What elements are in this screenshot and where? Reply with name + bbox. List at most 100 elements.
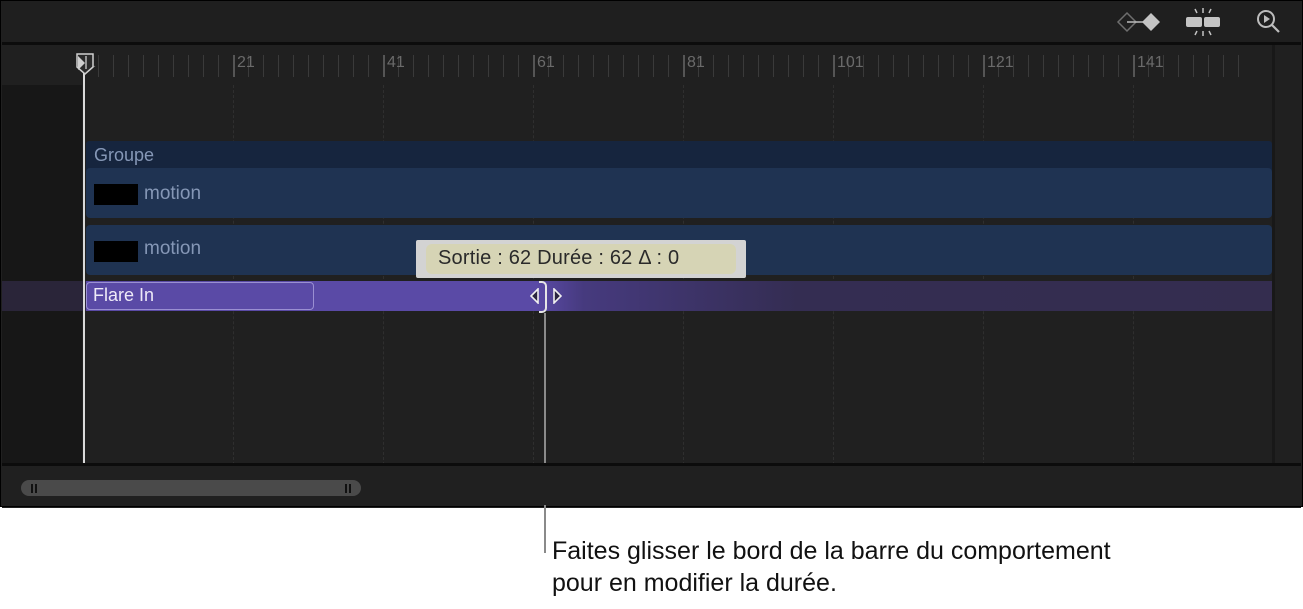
ruler-minor-tick [593, 55, 594, 77]
ruler-minor-tick [473, 55, 474, 77]
ruler-minor-tick [1058, 55, 1059, 77]
ruler-label: 41 [387, 54, 405, 71]
ruler-minor-tick [1103, 55, 1104, 77]
ruler-label: 101 [837, 54, 864, 71]
ruler-major-tick [683, 55, 685, 77]
ruler-minor-tick [818, 55, 819, 77]
ruler-minor-tick [203, 55, 204, 77]
layer-thumbnail [94, 241, 138, 262]
layer-track-bar[interactable]: motion [86, 168, 1272, 218]
ruler-minor-tick [788, 55, 789, 77]
ruler-minor-tick [188, 55, 189, 77]
ruler-minor-tick [1073, 55, 1074, 77]
ruler-minor-tick [1028, 55, 1029, 77]
ruler-minor-tick [893, 55, 894, 77]
ruler-major-tick [983, 55, 985, 77]
ruler-label: 81 [687, 54, 705, 71]
ruler-minor-tick [1223, 55, 1224, 77]
ruler-minor-tick [773, 55, 774, 77]
playhead-icon[interactable] [76, 53, 94, 80]
ruler-minor-tick [323, 55, 324, 77]
ruler-minor-tick [908, 55, 909, 77]
ruler-minor-tick [563, 55, 564, 77]
zoom-to-fit-icon[interactable] [1254, 8, 1284, 36]
trim-tooltip-body: Sortie : 62 Durée : 62 Δ : 0 [426, 244, 736, 274]
ruler-minor-tick [938, 55, 939, 77]
ruler-minor-tick [743, 55, 744, 77]
ruler-minor-tick [1238, 55, 1239, 77]
ruler-minor-tick [638, 55, 639, 77]
ruler-major-tick [533, 55, 535, 77]
timeline-window: 121416181101121141 Groupe motion motion … [0, 0, 1303, 508]
ruler-minor-tick [653, 55, 654, 77]
ruler-minor-tick [878, 55, 879, 77]
pre-start-region [2, 85, 82, 463]
trim-tooltip: Sortie : 62 Durée : 62 Δ : 0 [416, 240, 746, 278]
ruler-minor-tick [218, 55, 219, 77]
ruler-minor-tick [518, 55, 519, 77]
ruler-major-tick [383, 55, 385, 77]
ruler-label: 121 [987, 54, 1014, 71]
ruler-label: 141 [1137, 54, 1164, 71]
ruler-minor-tick [803, 55, 804, 77]
ruler-minor-tick [1208, 55, 1209, 77]
ruler-minor-tick [1178, 55, 1179, 77]
ruler-minor-tick [968, 55, 969, 77]
ruler-minor-tick [368, 55, 369, 77]
ruler-label: 21 [237, 54, 255, 71]
group-track-bar[interactable]: Groupe [86, 141, 1272, 171]
ruler-major-tick [1133, 55, 1135, 77]
ruler-minor-tick [128, 55, 129, 77]
ruler-minor-tick [338, 55, 339, 77]
ruler-minor-tick [1193, 55, 1194, 77]
callout-caption-line: pour en modifier la durée. [552, 569, 837, 597]
scrollbar-left-grip-icon[interactable] [35, 484, 37, 493]
ruler-minor-tick [578, 55, 579, 77]
keyframe-navigation-icon[interactable] [1114, 8, 1164, 36]
behavior-track-bar[interactable]: Flare In [86, 281, 1272, 311]
callout-leader-line [544, 505, 546, 553]
scrollbar-right-grip-icon[interactable] [345, 484, 347, 493]
ruler-minor-tick [413, 55, 414, 77]
ruler-minor-tick [953, 55, 954, 77]
playhead-line[interactable] [83, 65, 85, 463]
timeline-right-edge [1272, 45, 1275, 463]
horizontal-scrollbar[interactable] [21, 480, 361, 496]
trim-tooltip-text: Sortie : 62 Durée : 62 Δ : 0 [438, 247, 680, 269]
timeline-bottom-bar [2, 463, 1301, 508]
ruler-major-tick [833, 55, 835, 77]
layer-track-label: motion [144, 238, 202, 259]
group-track-label: Groupe [94, 145, 155, 165]
ruler-minor-tick [1043, 55, 1044, 77]
ruler-minor-tick [458, 55, 459, 77]
ruler-label: 61 [537, 54, 555, 71]
ruler-minor-tick [758, 55, 759, 77]
trim-right-arrow-icon[interactable] [552, 287, 563, 309]
scrollbar-left-grip-icon[interactable] [31, 484, 33, 493]
ruler-minor-tick [278, 55, 279, 77]
timeline-canvas[interactable]: 121416181101121141 Groupe motion motion … [2, 45, 1301, 463]
ruler-minor-tick [623, 55, 624, 77]
timeline-toolbar [2, 0, 1301, 45]
snapping-icon[interactable] [1182, 8, 1224, 36]
ruler-minor-tick [143, 55, 144, 77]
ruler-minor-tick [1118, 55, 1119, 77]
ruler-minor-tick [443, 55, 444, 77]
ruler-minor-tick [173, 55, 174, 77]
ruler-minor-tick [503, 55, 504, 77]
ruler-minor-tick [113, 55, 114, 77]
ruler-minor-tick [428, 55, 429, 77]
layer-track-label: motion [144, 183, 202, 204]
behavior-out-point-handle[interactable] [539, 281, 547, 313]
ruler-minor-tick [158, 55, 159, 77]
ruler-minor-tick [713, 55, 714, 77]
ruler-minor-tick [353, 55, 354, 77]
ruler-minor-tick [1088, 55, 1089, 77]
behavior-name-box[interactable]: Flare In [86, 282, 314, 310]
ruler-minor-tick [488, 55, 489, 77]
time-ruler[interactable]: 121416181101121141 [2, 45, 1272, 85]
trim-left-arrow-icon[interactable] [529, 287, 540, 309]
layer-thumbnail [94, 184, 138, 205]
ruler-minor-tick [923, 55, 924, 77]
scrollbar-right-grip-icon[interactable] [349, 484, 351, 493]
